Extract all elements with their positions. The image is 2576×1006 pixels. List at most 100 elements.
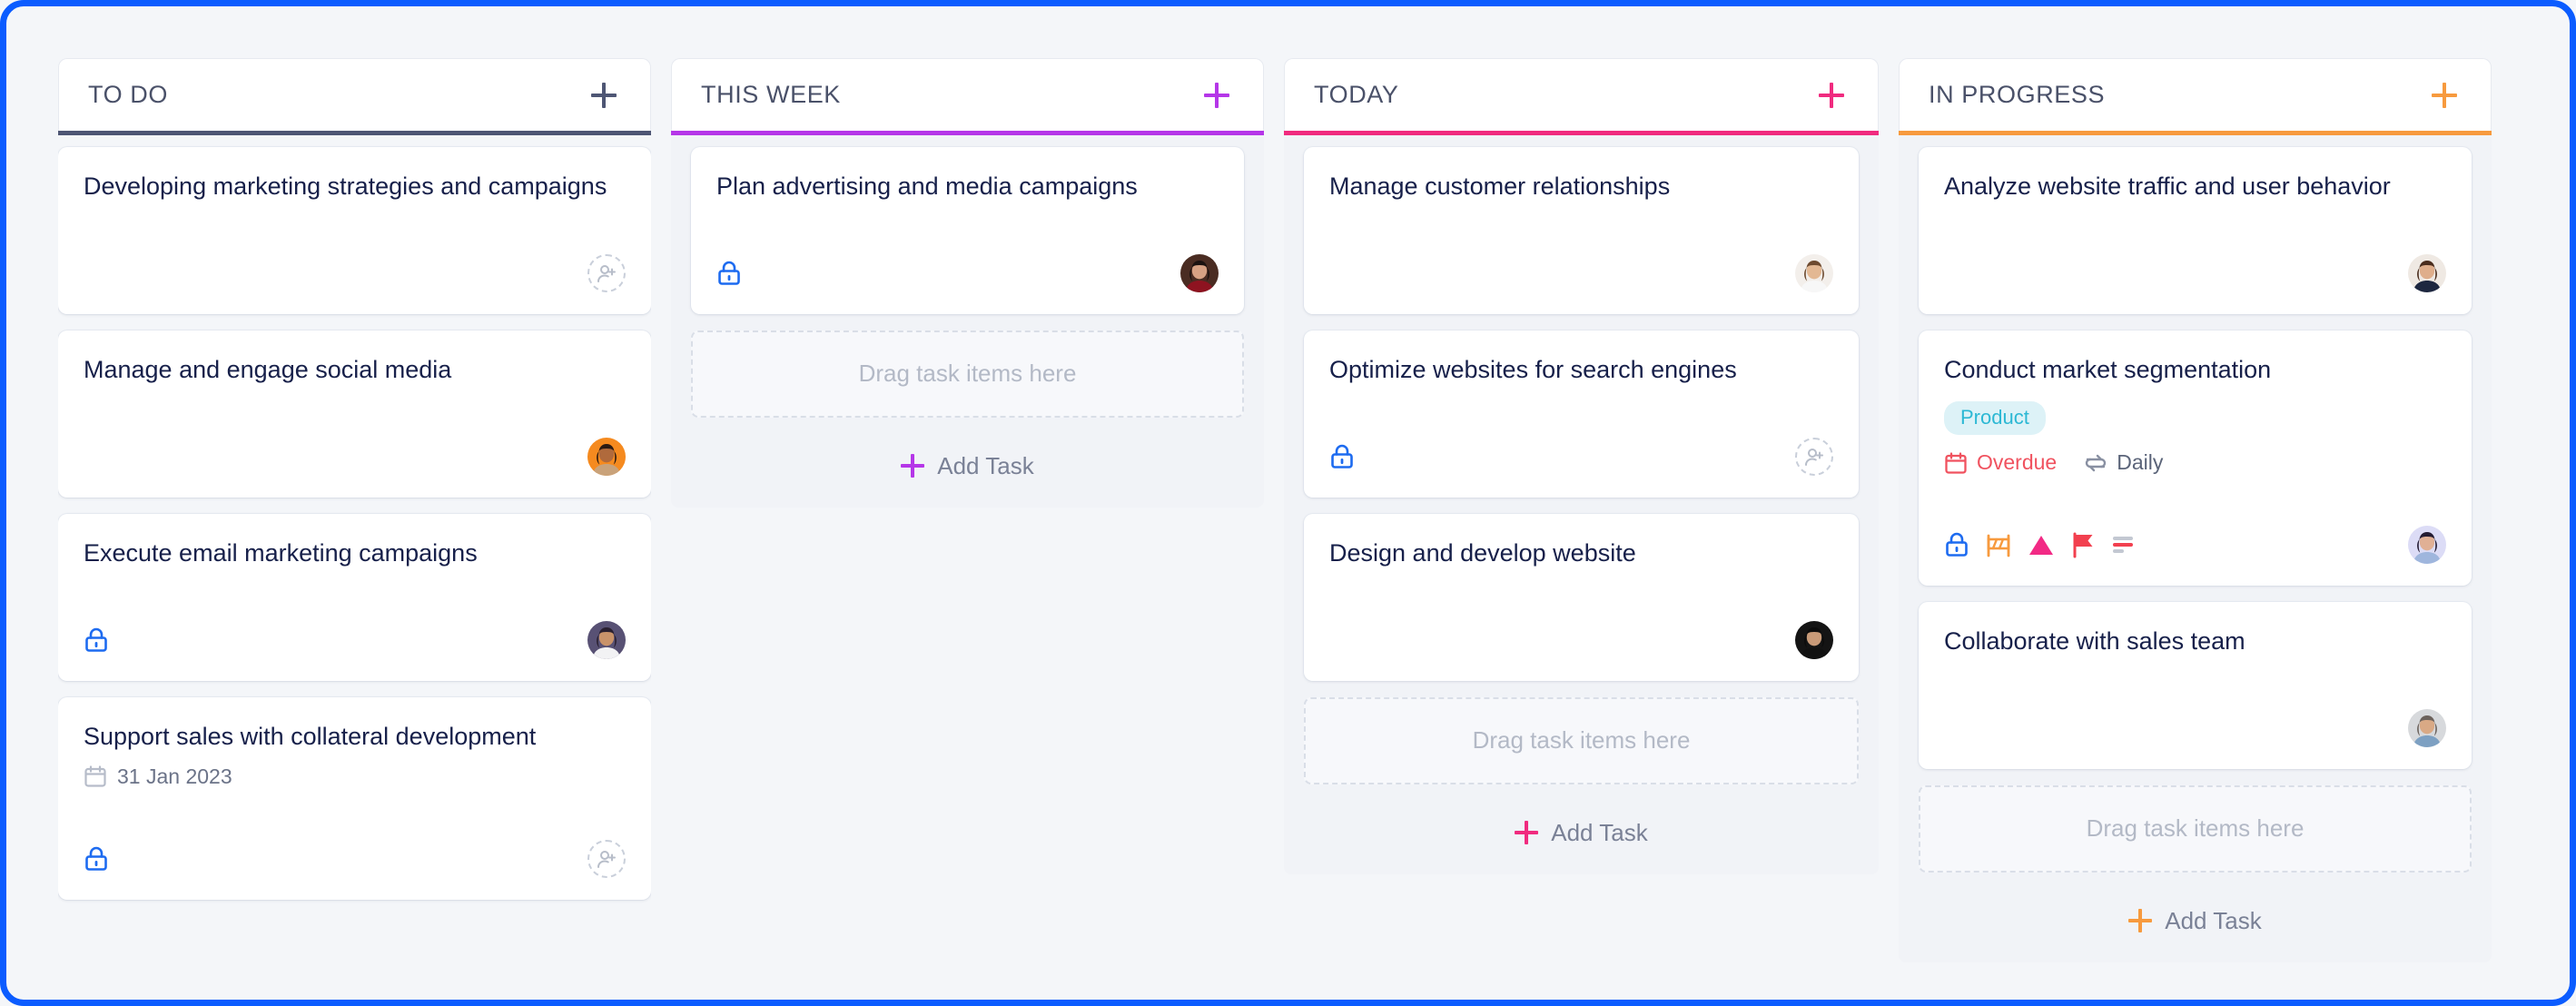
drop-zone[interactable]: Drag task items here bbox=[1919, 784, 2472, 873]
card-spacer bbox=[84, 387, 626, 418]
task-card[interactable]: Execute email marketing campaigns bbox=[58, 513, 651, 681]
task-card[interactable]: Optimize websites for search engines bbox=[1304, 330, 1859, 498]
avatar[interactable] bbox=[587, 437, 626, 476]
repeat-badge: Daily bbox=[2084, 450, 2163, 475]
repeat-icon bbox=[2084, 451, 2107, 475]
task-card-footer bbox=[1329, 437, 1833, 476]
drop-zone[interactable]: Drag task items here bbox=[1304, 696, 1859, 784]
calendar-icon bbox=[84, 764, 107, 788]
kanban-column-in-progress: IN PROGRESS Analyze website traffic and u… bbox=[1899, 58, 2492, 962]
task-card-footer bbox=[84, 839, 626, 878]
priority-bars-icon[interactable] bbox=[2111, 531, 2135, 558]
card-spacer bbox=[1329, 203, 1833, 234]
task-card-footer bbox=[84, 620, 626, 659]
add-task-button[interactable]: Add Task bbox=[691, 434, 1244, 488]
task-card[interactable]: Manage and engage social media bbox=[58, 330, 651, 498]
task-card-footer bbox=[716, 253, 1219, 292]
card-spacer bbox=[84, 789, 626, 820]
task-title: Collaborate with sales team bbox=[1944, 627, 2245, 655]
status-badge: Overdue bbox=[1944, 450, 2057, 475]
task-title: Manage customer relationships bbox=[1329, 173, 1671, 200]
avatar[interactable] bbox=[2408, 253, 2446, 292]
lock-icon[interactable] bbox=[84, 845, 109, 873]
avatar[interactable] bbox=[1795, 253, 1833, 292]
task-card-footer bbox=[1944, 526, 2446, 564]
column-body-this-week: Plan advertising and media campaigns Drag… bbox=[671, 131, 1264, 508]
add-card-plus-icon[interactable] bbox=[1816, 80, 1847, 111]
task-card-footer bbox=[1944, 253, 2446, 292]
drop-zone[interactable]: Drag task items here bbox=[691, 330, 1244, 418]
add-assignee-icon[interactable] bbox=[587, 839, 626, 878]
column-header-today: TODAY bbox=[1284, 58, 1879, 135]
column-header-todo: TO DO bbox=[58, 58, 651, 135]
task-title: Manage and engage social media bbox=[84, 355, 452, 383]
task-card-footer bbox=[1944, 708, 2446, 747]
task-due-date: 31 Jan 2023 bbox=[84, 764, 626, 789]
column-body-todo: Developing marketing strategies and camp… bbox=[58, 131, 651, 920]
add-card-plus-icon[interactable] bbox=[1201, 80, 1232, 111]
lock-icon[interactable] bbox=[716, 260, 742, 287]
task-card-footer bbox=[84, 253, 626, 292]
task-title: Plan advertising and media campaigns bbox=[716, 173, 1138, 200]
kanban-board: TO DO Developing marketing strategies and… bbox=[13, 13, 2563, 993]
add-assignee-icon[interactable] bbox=[587, 253, 626, 292]
label-chip[interactable]: Product bbox=[1944, 400, 2046, 435]
plus-icon bbox=[2128, 909, 2152, 932]
column-title: TODAY bbox=[1314, 81, 1399, 108]
priority-triangle-icon[interactable] bbox=[2028, 531, 2055, 558]
add-assignee-icon[interactable] bbox=[1795, 437, 1833, 476]
status-text: Overdue bbox=[1977, 450, 2058, 474]
task-icon-row bbox=[716, 260, 742, 287]
avatar[interactable] bbox=[2408, 526, 2446, 564]
column-header-in-progress: IN PROGRESS bbox=[1899, 58, 2492, 135]
task-card-footer bbox=[1329, 620, 1833, 659]
task-title: Optimize websites for search engines bbox=[1329, 355, 1737, 383]
column-title: THIS WEEK bbox=[701, 81, 841, 108]
task-card[interactable]: Plan advertising and media campaigns bbox=[691, 147, 1244, 314]
lock-icon[interactable] bbox=[1329, 443, 1355, 470]
lock-icon[interactable] bbox=[1944, 531, 1969, 558]
task-card[interactable]: Analyze website traffic and user behavio… bbox=[1919, 147, 2472, 314]
task-card[interactable]: Conduct market segmentation Product Overdu… bbox=[1919, 330, 2472, 586]
plus-icon bbox=[901, 454, 924, 478]
task-card-footer bbox=[84, 437, 626, 476]
task-icon-row bbox=[1329, 443, 1355, 470]
repeat-text: Daily bbox=[2117, 450, 2164, 474]
add-task-button[interactable]: Add Task bbox=[1304, 801, 1859, 854]
avatar[interactable] bbox=[587, 620, 626, 659]
avatar[interactable] bbox=[1180, 253, 1219, 292]
task-title: Execute email marketing campaigns bbox=[84, 538, 478, 567]
blocker-icon[interactable] bbox=[1985, 531, 2012, 558]
task-card[interactable]: Support sales with collateral developmen… bbox=[58, 696, 651, 900]
card-spacer bbox=[1329, 387, 1833, 418]
task-title: Analyze website traffic and user behavio… bbox=[1944, 173, 2391, 200]
due-date-text: 31 Jan 2023 bbox=[117, 764, 232, 788]
task-meta: Overdue Daily bbox=[1944, 450, 2446, 475]
task-card[interactable]: Developing marketing strategies and camp… bbox=[58, 147, 651, 314]
task-card[interactable]: Design and develop website bbox=[1304, 513, 1859, 681]
column-header-this-week: THIS WEEK bbox=[671, 58, 1264, 135]
kanban-column-today: TODAY Manage customer relationships Optimi… bbox=[1284, 58, 1879, 874]
task-title: Conduct market segmentation bbox=[1944, 355, 2272, 383]
add-task-label: Add Task bbox=[1551, 818, 1648, 846]
kanban-column-this-week: THIS WEEK Plan advertising and media camp… bbox=[671, 58, 1264, 508]
card-spacer bbox=[716, 203, 1219, 234]
lock-icon[interactable] bbox=[84, 626, 109, 654]
add-card-plus-icon[interactable] bbox=[588, 80, 619, 111]
avatar[interactable] bbox=[1795, 620, 1833, 659]
kanban-column-todo: TO DO Developing marketing strategies and… bbox=[58, 58, 651, 920]
task-card[interactable]: Manage customer relationships bbox=[1304, 147, 1859, 314]
add-task-label: Add Task bbox=[937, 451, 1034, 479]
calendar-overdue-icon bbox=[1944, 451, 1968, 475]
column-body-today: Manage customer relationships Optimize we… bbox=[1284, 131, 1879, 874]
task-icon-row bbox=[1944, 531, 2135, 558]
add-card-plus-icon[interactable] bbox=[2429, 80, 2460, 111]
column-title: TO DO bbox=[88, 81, 169, 108]
task-title: Support sales with collateral developmen… bbox=[84, 722, 537, 750]
flag-icon[interactable] bbox=[2070, 531, 2096, 558]
card-spacer bbox=[84, 570, 626, 601]
card-spacer bbox=[1944, 203, 2446, 234]
avatar[interactable] bbox=[2408, 708, 2446, 747]
add-task-button[interactable]: Add Task bbox=[1919, 889, 2472, 942]
task-card[interactable]: Collaborate with sales team bbox=[1919, 602, 2472, 769]
